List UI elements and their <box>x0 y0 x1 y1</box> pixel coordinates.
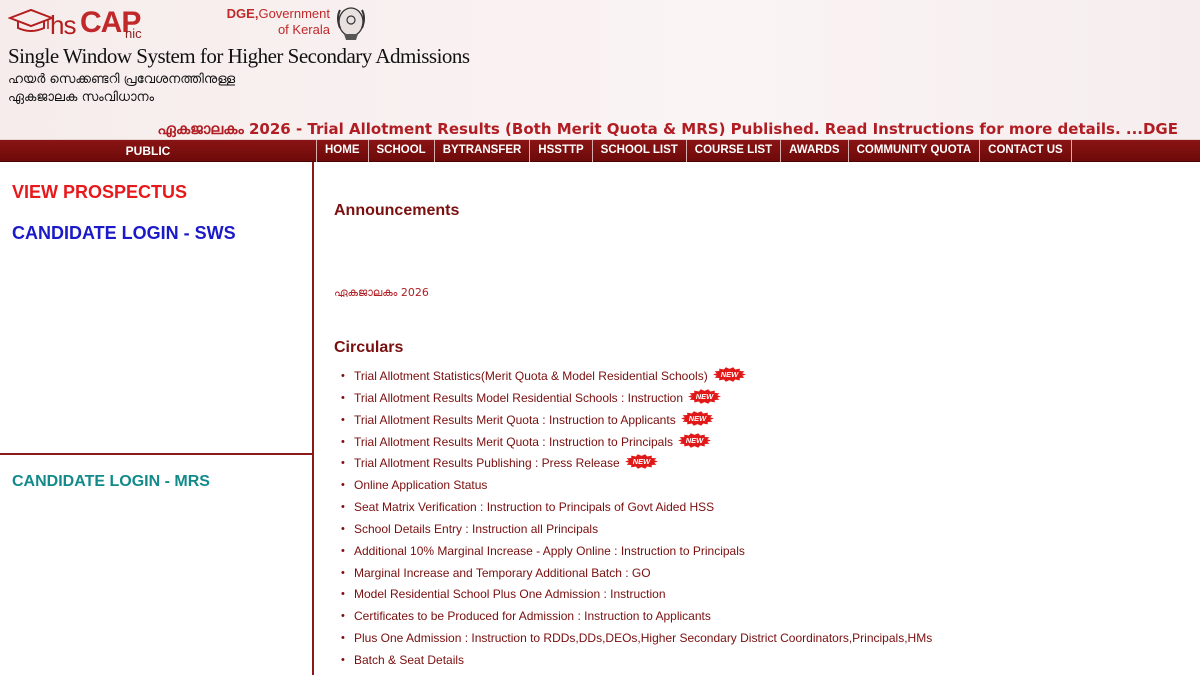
circular-link[interactable]: Model Residential School Plus One Admiss… <box>354 587 666 601</box>
new-badge-text: NEW <box>696 392 714 401</box>
public-section-label: PUBLIC <box>125 144 171 158</box>
circular-item: Trial Allotment Results Merit Quota : In… <box>334 432 932 454</box>
new-badge-text: NEW <box>686 436 704 445</box>
nav-course-list[interactable]: COURSE LIST <box>685 140 780 162</box>
circular-item: Online Application Status <box>334 475 932 497</box>
circulars-list: Trial Allotment Statistics(Merit Quota &… <box>334 366 932 672</box>
circular-item: Trial Allotment Results Publishing : Pre… <box>334 453 932 475</box>
circular-link[interactable]: Trial Allotment Statistics(Merit Quota &… <box>354 369 708 383</box>
circular-link[interactable]: Trial Allotment Results Model Residentia… <box>354 391 683 405</box>
new-badge-icon: NEW <box>678 432 712 448</box>
circular-link[interactable]: Online Application Status <box>354 478 487 492</box>
circular-link[interactable]: Additional 10% Marginal Increase - Apply… <box>354 544 745 558</box>
circular-link[interactable]: Seat Matrix Verification : Instruction t… <box>354 500 714 514</box>
dge-label: DGE,Government of Kerala <box>218 6 330 38</box>
circular-item: Certificates to be Produced for Admissio… <box>334 606 932 628</box>
circular-link[interactable]: Batch & Seat Details <box>354 653 464 667</box>
circular-item: School Details Entry : Instruction all P… <box>334 519 932 541</box>
new-badge-icon: NEW <box>624 454 658 470</box>
hscap-logo[interactable]: hs CAP nic <box>8 4 148 44</box>
sidebar-divider <box>0 453 312 455</box>
announcement-ticker[interactable]: ഏകജാലകം 2026 <box>334 286 429 297</box>
site-header: hs CAP nic DGE,Government of Kerala Sing… <box>0 0 1200 140</box>
circular-item: Trial Allotment Results Merit Quota : In… <box>334 410 932 432</box>
nav-home[interactable]: HOME <box>316 140 368 162</box>
circular-item: Model Residential School Plus One Admiss… <box>334 584 932 606</box>
malayalam-title-line2: ഏകജാലക സംവിധാനം <box>8 90 155 105</box>
circular-link[interactable]: School Details Entry : Instruction all P… <box>354 522 598 536</box>
news-marquee[interactable]: ഏകജാലകം 2026 - Trial Allotment Results (… <box>0 120 1200 138</box>
nav-school-list[interactable]: SCHOOL LIST <box>591 140 686 162</box>
nav-contact-us[interactable]: CONTACT US <box>979 140 1072 162</box>
dge-abbrev: DGE, <box>226 6 259 21</box>
circular-link[interactable]: Trial Allotment Results Publishing : Pre… <box>354 456 620 470</box>
circular-item: Trial Allotment Statistics(Merit Quota &… <box>334 366 932 388</box>
circular-item: Batch & Seat Details <box>334 650 932 672</box>
announcements-heading: Announcements <box>334 202 460 219</box>
nav-hssttp[interactable]: HSSTTP <box>529 140 591 162</box>
view-prospectus-link[interactable]: VIEW PROSPECTUS <box>12 182 187 203</box>
new-badge-text: NEW <box>632 458 650 467</box>
logo-nic: nic <box>125 26 142 41</box>
new-badge-text: NEW <box>720 370 738 379</box>
circular-item: Trial Allotment Results Model Residentia… <box>334 388 932 410</box>
nav-community-quota[interactable]: COMMUNITY QUOTA <box>847 140 980 162</box>
circular-item: Plus One Admission : Instruction to RDDs… <box>334 628 932 650</box>
nav-awards[interactable]: AWARDS <box>780 140 847 162</box>
nav-bytransfer[interactable]: BYTRANSFER <box>433 140 530 162</box>
nav-school[interactable]: SCHOOL <box>367 140 434 162</box>
new-badge-icon: NEW <box>712 367 746 382</box>
circular-item: Marginal Increase and Temporary Addition… <box>334 563 932 585</box>
circular-item: Additional 10% Marginal Increase - Apply… <box>334 541 932 563</box>
graduation-cap-icon <box>8 8 54 32</box>
dge-government: Government of Kerala <box>258 6 330 37</box>
circular-link[interactable]: Marginal Increase and Temporary Addition… <box>354 566 651 580</box>
circular-link[interactable]: Trial Allotment Results Merit Quota : In… <box>354 435 673 449</box>
main-navbar: PUBLIC HOME SCHOOL BYTRANSFER HSSTTP SCH… <box>0 140 1200 162</box>
circulars-heading: Circulars <box>334 339 404 356</box>
malayalam-title-line1: ഹയർ സെക്കണ്ടറി പ്രവേശനത്തിനുള്ള <box>8 72 236 87</box>
new-badge-icon: NEW <box>680 410 714 426</box>
circular-item: Seat Matrix Verification : Instruction t… <box>334 497 932 519</box>
candidate-login-mrs-link[interactable]: CANDIDATE LOGIN - MRS <box>12 473 210 491</box>
site-title: Single Window System for Higher Secondar… <box>8 44 470 68</box>
nav-menu: HOME SCHOOL BYTRANSFER HSSTTP SCHOOL LIS… <box>316 140 1072 162</box>
main-content: Announcements ഏകജാലകം 2026 Circulars Tri… <box>334 162 1194 675</box>
circular-link[interactable]: Trial Allotment Results Merit Quota : In… <box>354 413 676 427</box>
new-badge-text: NEW <box>688 414 706 423</box>
kerala-emblem-icon <box>337 7 365 40</box>
left-sidebar: VIEW PROSPECTUS CANDIDATE LOGIN - SWS CA… <box>0 162 314 675</box>
circular-link[interactable]: Certificates to be Produced for Admissio… <box>354 609 711 623</box>
circular-link[interactable]: Plus One Admission : Instruction to RDDs… <box>354 631 932 645</box>
new-badge-icon: NEW <box>688 389 722 404</box>
logo-hs: hs <box>50 10 76 40</box>
candidate-login-sws-link[interactable]: CANDIDATE LOGIN - SWS <box>12 223 236 244</box>
